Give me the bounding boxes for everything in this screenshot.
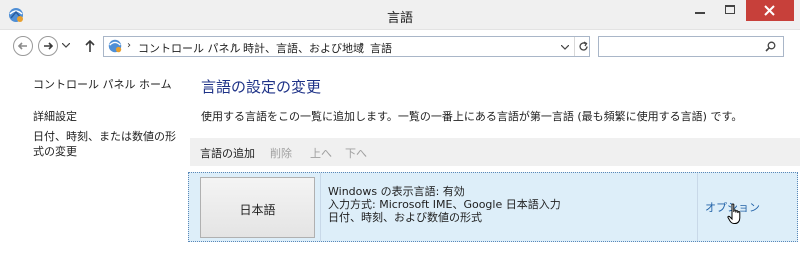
divider [320, 173, 321, 241]
address-bar[interactable]: › コントロール パネル › 時計、言語、および地域 › 言語 [103, 36, 590, 57]
remove-button[interactable]: 削除 [270, 145, 292, 161]
display-language-status: Windows の表示言語: 有効 [328, 185, 465, 198]
add-language-button[interactable]: 言語の追加 [200, 145, 255, 161]
move-down-button[interactable]: 下へ [345, 145, 367, 161]
address-dropdown-button[interactable] [557, 37, 573, 56]
title-bar: 言語 [0, 0, 800, 30]
minimize-icon [695, 12, 705, 14]
arrow-right-icon [44, 42, 54, 50]
language-name: 日本語 [239, 203, 276, 217]
breadcrumb-language[interactable]: 言語 [370, 40, 392, 56]
sidebar-link-control-panel-home[interactable]: コントロール パネル ホーム [33, 77, 172, 92]
close-icon [764, 5, 775, 16]
language-toolbar: 言語の追加 削除 上へ 下へ [190, 138, 800, 166]
language-list-item[interactable]: 日本語 Windows の表示言語: 有効 入力方式: Microsoft IM… [188, 172, 798, 242]
breadcrumb-separator-icon[interactable]: › [127, 40, 131, 51]
navigation-bar: › コントロール パネル › 時計、言語、および地域 › 言語 [0, 31, 800, 61]
language-name-button[interactable]: 日本語 [200, 177, 315, 238]
forward-button[interactable] [38, 36, 58, 56]
breadcrumb-separator-icon[interactable]: › [360, 40, 364, 51]
main-content: 言語の設定の変更 使用する言語をこの一覧に追加します。一覧の一番上にある言語が第… [180, 62, 800, 255]
sidebar-link-advanced-settings[interactable]: 詳細設定 [33, 109, 77, 124]
window-title: 言語 [386, 11, 413, 26]
move-up-button[interactable]: 上へ [310, 145, 332, 161]
search-box[interactable] [598, 36, 784, 57]
divider [697, 173, 698, 241]
page-title: 言語の設定の変更 [201, 78, 322, 96]
search-input[interactable] [603, 39, 763, 54]
arrow-left-icon [17, 42, 27, 50]
language-details: Windows の表示言語: 有効 入力方式: Microsoft IME、Go… [328, 185, 561, 224]
up-arrow-icon[interactable] [84, 39, 96, 53]
recent-locations-dropdown-icon[interactable] [62, 43, 70, 48]
chevron-down-icon [561, 45, 569, 50]
refresh-icon [579, 41, 588, 51]
breadcrumb-clock-language-region[interactable]: 時計、言語、および地域 [243, 40, 364, 56]
format-info: 日付、時刻、および数値の形式 [328, 211, 482, 224]
back-button[interactable] [13, 36, 33, 56]
close-button[interactable] [746, 0, 794, 21]
input-method: 入力方式: Microsoft IME、Google 日本語入力 [328, 198, 561, 211]
maximize-button[interactable] [716, 0, 744, 21]
page-description: 使用する言語をこの一覧に追加します。一覧の一番上にある言語が第一言語 (最も頻繁… [201, 110, 743, 123]
hand-cursor-icon [727, 203, 741, 224]
maximize-icon [725, 5, 735, 14]
search-icon[interactable] [765, 41, 776, 52]
breadcrumb-separator-icon[interactable]: › [232, 40, 236, 51]
control-panel-icon [107, 38, 123, 57]
sidebar: コントロール パネル ホーム 詳細設定 日付、時刻、または数値の形式の変更 [0, 62, 180, 255]
refresh-button[interactable] [574, 37, 590, 56]
breadcrumb-control-panel[interactable]: コントロール パネル [138, 40, 241, 56]
sidebar-link-change-format[interactable]: 日付、時刻、または数値の形式の変更 [33, 129, 183, 159]
minimize-button[interactable] [686, 0, 714, 21]
